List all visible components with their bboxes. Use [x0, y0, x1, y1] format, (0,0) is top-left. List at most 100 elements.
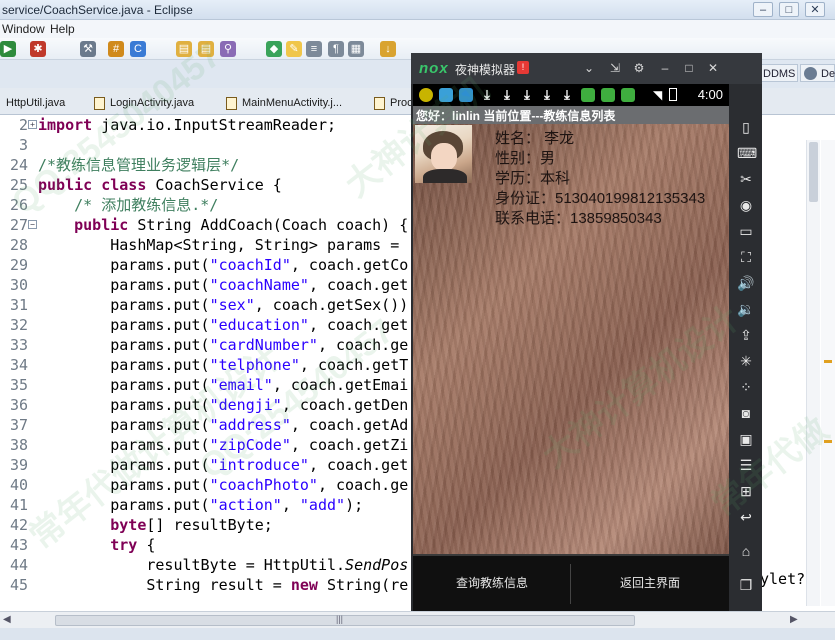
java-file-icon [226, 97, 237, 110]
line-number: 39 [9, 456, 28, 474]
scrollbar-thumb[interactable] [809, 142, 818, 202]
line-number: 24 [9, 156, 28, 174]
scroll-left-arrow[interactable]: ◀ [3, 614, 11, 625]
search-icon[interactable]: ⚲ [220, 41, 236, 57]
java-file-icon [94, 97, 105, 110]
block-select-icon[interactable]: ▦ [348, 41, 364, 57]
tool-icon[interactable]: ⚒ [80, 41, 96, 57]
code-text: params.put("email", coach.getEmai [38, 376, 409, 394]
warning-marker[interactable] [824, 360, 832, 363]
camera-icon[interactable]: ◙ [737, 404, 755, 422]
multi-icon[interactable]: ⁘ [737, 378, 755, 396]
line-number: 27 [9, 216, 28, 234]
next-annotation-icon[interactable]: ↓ [380, 41, 396, 57]
toggle-icon[interactable]: ≡ [306, 41, 322, 57]
emulator-minimize-button[interactable]: – [657, 59, 673, 77]
line-number: 41 [9, 496, 28, 514]
bottom-nav: 查询教练信息 返回主界面 [413, 554, 729, 611]
volume-up-icon[interactable]: 🔊 [737, 274, 755, 292]
download-icon: ⤓ [564, 87, 570, 102]
coach-phone: 联系电话：13859850343 [495, 210, 662, 227]
expand-fold-icon[interactable]: + [28, 120, 37, 129]
screen-icon[interactable]: ▭ [737, 222, 755, 240]
notification-badge[interactable]: ! [517, 61, 529, 74]
home-icon[interactable]: ⌂ [737, 542, 755, 560]
open-type-icon[interactable]: ▤ [198, 41, 214, 57]
apk-icon[interactable]: ⇪ [737, 326, 755, 344]
scroll-right-arrow[interactable]: ▶ [790, 614, 798, 625]
debug-icon[interactable]: ✱ [30, 41, 46, 57]
grid-icon[interactable]: # [108, 41, 124, 57]
code-text: params.put("zipCode", coach.getZi [38, 436, 409, 454]
emulator-close-button[interactable]: ✕ [705, 59, 721, 77]
warning-marker[interactable] [824, 440, 832, 443]
emulator-maximize-button[interactable]: □ [681, 59, 697, 77]
code-text: String result = new String(re [38, 576, 409, 594]
android-screen[interactable]: ⤓ ⤓ ⤓ ⤓ ⤓ ◥ 4:00 您好：linlin 当前位置---教练信息列表… [413, 84, 729, 611]
java-file-icon [374, 97, 385, 110]
line-number: 31 [9, 296, 28, 314]
volume-down-icon[interactable]: 🔉 [737, 300, 755, 318]
maximize-button[interactable]: □ [779, 2, 799, 17]
menu-help[interactable]: Help [50, 22, 75, 36]
tab-mainmenuactivity-label: MainMenuActivity.j... [242, 97, 343, 109]
hscroll-thumb[interactable]: ||| [55, 614, 635, 626]
line-number: 37 [9, 416, 28, 434]
tab-mainmenuactivity[interactable]: MainMenuActivity.j... [224, 93, 342, 115]
editor-horizontal-scrollbar[interactable]: ◀ ||| ▶ [0, 611, 835, 628]
download-icon: ⤓ [484, 87, 490, 102]
close-button[interactable]: ✕ [805, 2, 825, 17]
overview-ruler [821, 140, 835, 606]
scissors-icon[interactable]: ✂ [737, 170, 755, 188]
code-text: params.put("telphone", coach.getT [38, 356, 409, 374]
highlight-icon[interactable]: ✎ [286, 41, 302, 57]
menu-window[interactable]: Window [2, 22, 45, 36]
new-class-icon[interactable]: C [130, 41, 146, 57]
video-icon[interactable]: ▣ [737, 430, 755, 448]
app-icon [419, 88, 433, 102]
run-icon[interactable]: ▶ [0, 41, 16, 57]
settings-icon[interactable]: ⚙ [631, 59, 647, 77]
coach-education: 学历：本科 [495, 170, 571, 187]
back-main-button[interactable]: 返回主界面 [571, 556, 729, 611]
collapse-fold-icon[interactable]: − [28, 220, 37, 229]
coach-list-item[interactable]: 姓名： 李龙 性别：男 学历：本科 身份证：513040199812135343… [413, 124, 729, 244]
code-text: params.put("dengji", coach.getDen [38, 396, 409, 414]
annotation-icon[interactable]: ◆ [266, 41, 282, 57]
recent-icon[interactable]: ❐ [737, 576, 755, 594]
line-number: 36 [9, 396, 28, 414]
open-folder-icon[interactable]: ▤ [176, 41, 192, 57]
query-coach-button[interactable]: 查询教练信息 [413, 556, 571, 611]
code-text: params.put("coachId", coach.getCo [38, 256, 409, 274]
add-icon[interactable]: ⊞ [737, 482, 755, 500]
loading-icon[interactable]: ✳ [737, 352, 755, 370]
minimize-button[interactable]: – [753, 2, 773, 17]
back-icon[interactable]: ↩ [737, 508, 755, 526]
keyboard-icon[interactable]: ⌨ [737, 144, 757, 162]
perspective-debug[interactable]: De [800, 64, 835, 82]
tab-proc[interactable]: Proc [372, 93, 413, 115]
tab-httputil[interactable]: HttpUtil.java [2, 93, 65, 115]
code-text: params.put("sex", coach.getSex()) [38, 296, 409, 314]
location-icon[interactable]: ◉ [737, 196, 755, 214]
code-text: params.put("action", "add"); [38, 496, 364, 514]
dropdown-icon[interactable]: ⌄ [581, 59, 597, 77]
fullscreen-icon[interactable]: ⛶ [737, 248, 755, 266]
menu-icon[interactable]: ☰ [737, 456, 755, 474]
line-number: 32 [9, 316, 28, 334]
download-icon: ⤓ [504, 87, 510, 102]
show-whitespace-icon[interactable]: ¶ [328, 41, 344, 57]
perspective-debug-label: De [821, 68, 835, 80]
coach-photo [415, 125, 472, 183]
phone-icon[interactable]: ▯ [737, 118, 755, 136]
nox-emulator-window: nox 夜神模拟器 ! ⌄ ⇲ ⚙ – □ ✕ ⤓ ⤓ ⤓ ⤓ ⤓ ◥ 4:00… [411, 53, 762, 611]
shrink-icon[interactable]: ⇲ [607, 59, 623, 77]
editor-vertical-scrollbar[interactable] [806, 140, 820, 606]
emulator-name: 夜神模拟器 [455, 63, 516, 77]
wifi-icon: ◥ [653, 88, 663, 102]
perspective-ddms-label: DDMS [763, 68, 796, 80]
tab-loginactivity[interactable]: LoginActivity.java [92, 93, 194, 115]
line-number: 33 [9, 336, 28, 354]
nox-logo: nox [419, 60, 449, 77]
android-status-bar: ⤓ ⤓ ⤓ ⤓ ⤓ ◥ 4:00 [413, 84, 729, 106]
